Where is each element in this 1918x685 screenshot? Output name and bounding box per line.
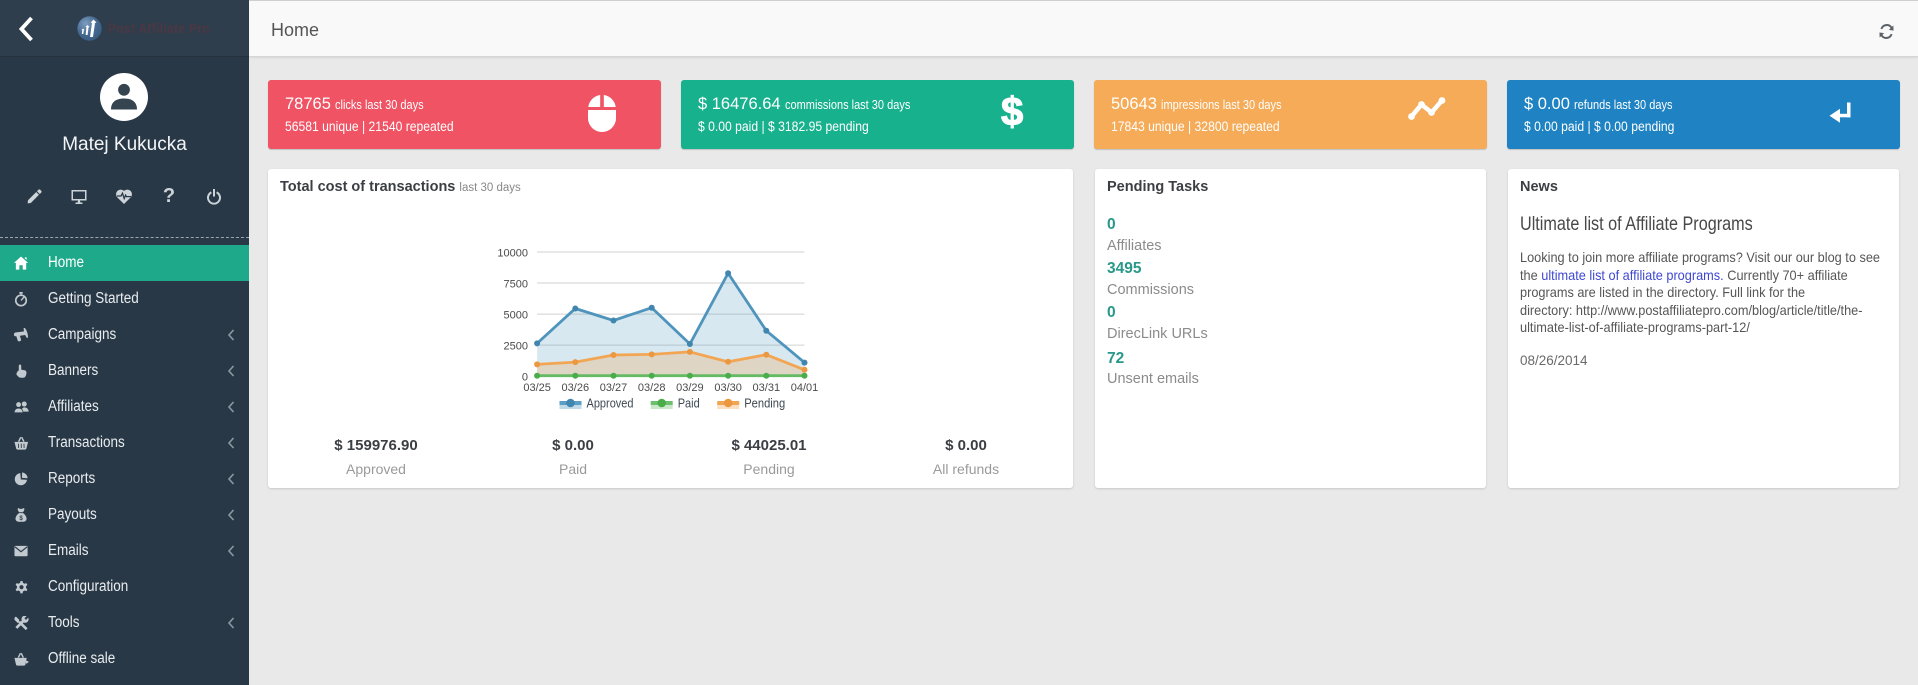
svg-text:03/27: 03/27 [600, 382, 628, 394]
svg-text:03/30: 03/30 [714, 382, 742, 394]
svg-text:03/28: 03/28 [638, 382, 666, 394]
svg-text:03/25: 03/25 [523, 382, 551, 394]
svg-text:2500: 2500 [504, 341, 528, 353]
svg-text:Paid: Paid [678, 397, 700, 411]
svg-text:03/26: 03/26 [562, 382, 590, 394]
svg-text:Pending: Pending [744, 397, 785, 411]
svg-text:03/29: 03/29 [676, 382, 704, 394]
svg-text:10000: 10000 [497, 248, 528, 260]
svg-text:5000: 5000 [504, 310, 528, 322]
svg-text:03/31: 03/31 [753, 382, 781, 394]
svg-text:04/01: 04/01 [791, 382, 819, 394]
svg-text:7500: 7500 [504, 279, 528, 291]
svg-text:Approved: Approved [587, 397, 634, 411]
